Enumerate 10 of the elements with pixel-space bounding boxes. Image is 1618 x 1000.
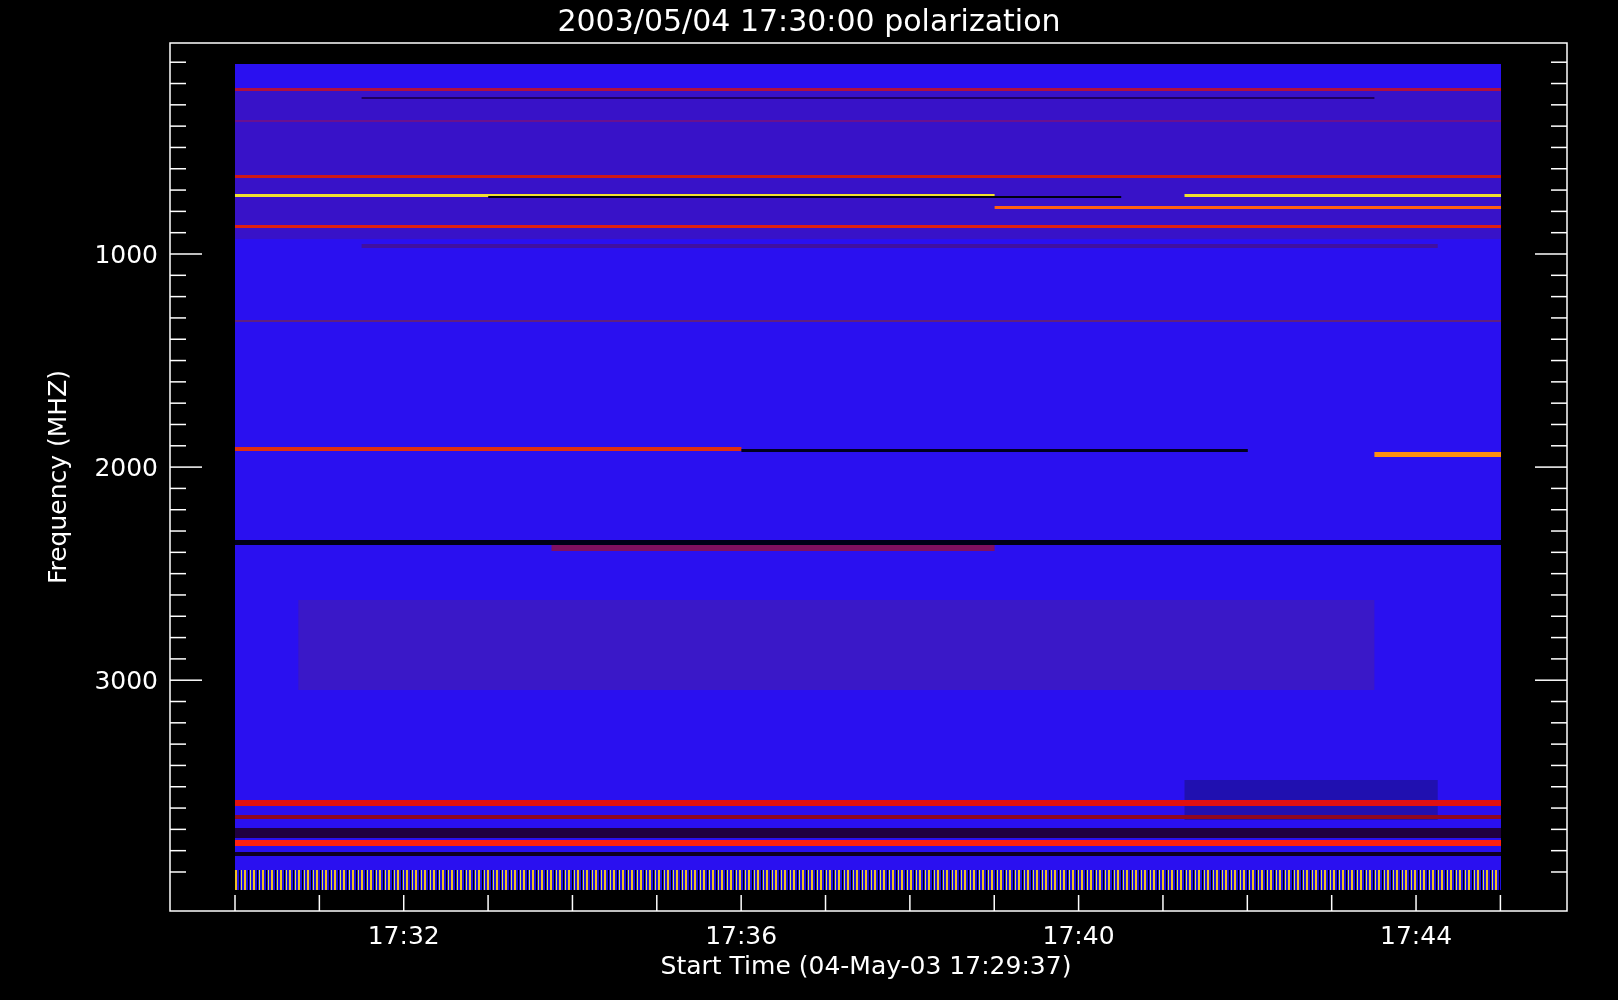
plot-title: 2003/05/04 17:30:00 polarization [557, 3, 1061, 38]
y-axis-label: Frequency (MHZ) [43, 369, 72, 585]
x-axis-label: Start Time (04-May-03 17:29:37) [660, 951, 1072, 980]
x-tick-label: 17:36 [705, 921, 778, 950]
x-tick-label: 17:40 [1042, 921, 1115, 950]
y-tick-label: 2000 [94, 453, 158, 483]
y-tick-label: 3000 [94, 666, 158, 696]
y-tick-label: 1000 [94, 240, 158, 269]
x-tick-label: 17:32 [367, 921, 440, 950]
x-tick-label: 17:44 [1380, 921, 1453, 950]
